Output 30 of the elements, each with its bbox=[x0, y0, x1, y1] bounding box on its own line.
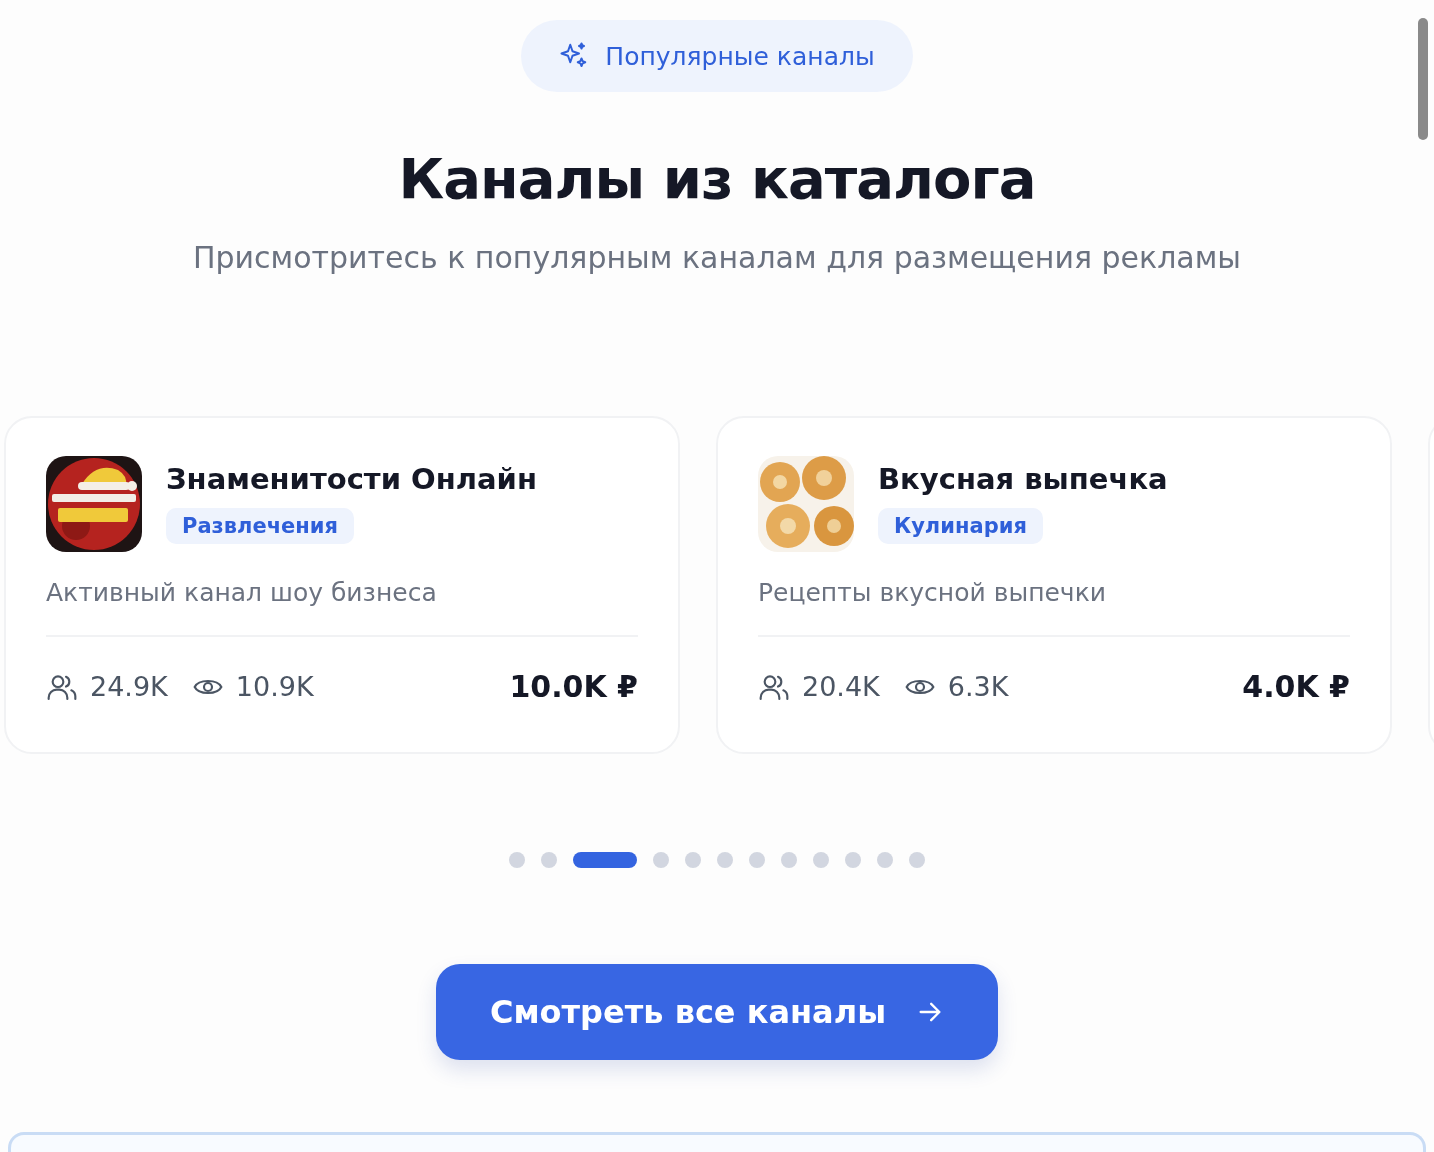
pagination-dot[interactable] bbox=[717, 852, 733, 868]
channel-price: 4.0K ₽ bbox=[1242, 669, 1350, 704]
pagination-dot[interactable] bbox=[845, 852, 861, 868]
pagination-dot[interactable] bbox=[541, 852, 557, 868]
pagination-dot[interactable] bbox=[877, 852, 893, 868]
scrollbar-thumb[interactable] bbox=[1418, 18, 1428, 140]
pagination-dot[interactable] bbox=[909, 852, 925, 868]
pagination-dot[interactable] bbox=[509, 852, 525, 868]
channel-price: 10.0K ₽ bbox=[509, 669, 638, 704]
section-title: Каналы из каталога bbox=[398, 145, 1036, 213]
pagination-dot[interactable] bbox=[685, 852, 701, 868]
channel-card[interactable]: Вкусная выпечка Кулинария Рецепты вкусной выпечки 20.4K 6.3K 4.0K ₽ bbox=[716, 416, 1392, 754]
pagination-dot[interactable] bbox=[813, 852, 829, 868]
pagination-dot[interactable] bbox=[781, 852, 797, 868]
pagination-dot[interactable] bbox=[653, 852, 669, 868]
channel-card[interactable]: Знаменитости Онлайн Развлечения Активный канал шоу бизнеса 24.9K 10.9K 10.0K ₽ bbox=[4, 416, 680, 754]
channel-description: Активный канал шоу бизнеса bbox=[46, 578, 438, 607]
channel-description: Рецепты вкусной выпечки bbox=[758, 578, 1107, 607]
view-count: 6.3K bbox=[947, 671, 1009, 702]
channel-name: Вкусная выпечка bbox=[878, 462, 1168, 496]
badge-label: Популярные каналы bbox=[605, 41, 875, 71]
section-subtitle: Присмотритесь к популярным каналам для размещения рекламы bbox=[192, 239, 1242, 277]
subscriber-count: 20.4K bbox=[802, 671, 880, 702]
category-tag: Развлечения bbox=[166, 508, 355, 544]
subscriber-count: 24.9K bbox=[90, 671, 168, 702]
category-tag: Кулинария bbox=[878, 508, 1043, 544]
pagination-dot[interactable] bbox=[749, 852, 765, 868]
view-count: 10.9K bbox=[235, 671, 314, 702]
channel-name: Знаменитости Онлайн bbox=[166, 462, 537, 496]
view-all-button[interactable]: Смотреть все каналы bbox=[436, 964, 998, 1060]
